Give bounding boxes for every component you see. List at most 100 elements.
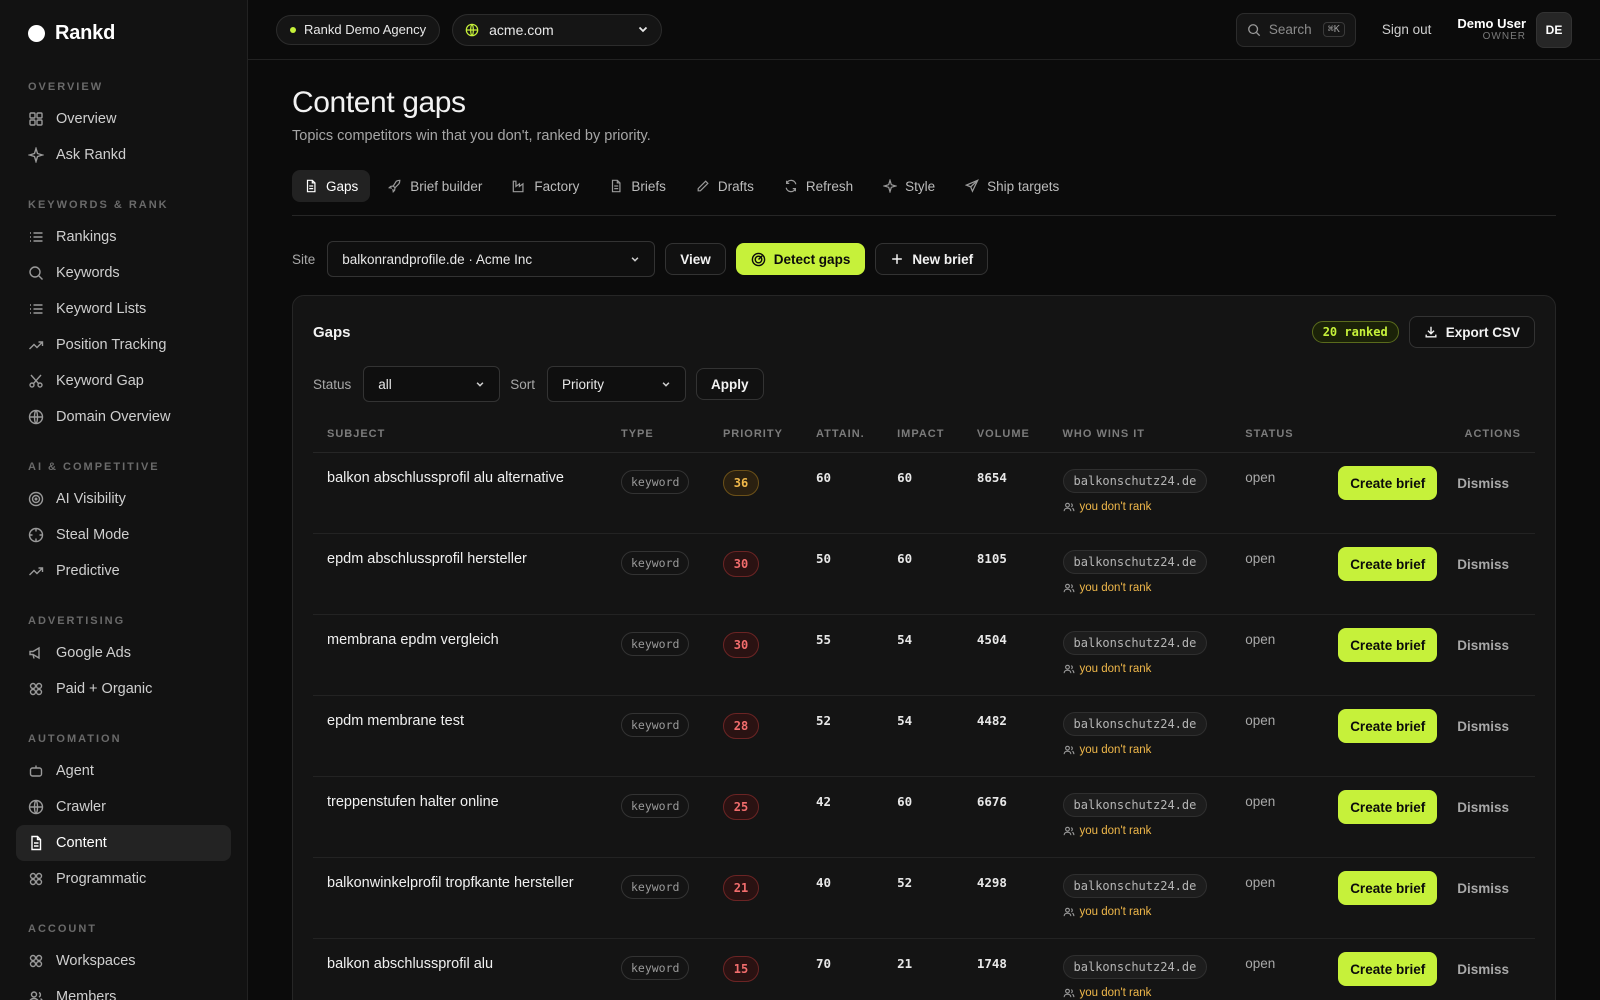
winner-domain-chip: balkonschutz24.de [1062, 874, 1208, 898]
domain-value: acme.com [489, 21, 554, 38]
sidebar-item-keywords[interactable]: Keywords [16, 255, 231, 291]
domain-select[interactable]: acme.com [452, 13, 663, 46]
brand[interactable]: Rankd [16, 18, 231, 69]
create-brief-button[interactable]: Create brief [1338, 952, 1438, 986]
tab-briefs[interactable]: Briefs [597, 170, 678, 202]
detect-gaps-button[interactable]: Detect gaps [735, 243, 866, 275]
volume-value: 1748 [976, 956, 1007, 971]
sidebar-item-overview[interactable]: Overview [16, 101, 231, 137]
table-header-row: SUBJECT TYPE PRIORITY ATTAIN. IMPACT VOL… [313, 416, 1535, 453]
apply-button[interactable]: Apply [696, 368, 764, 400]
tab-brief-builder[interactable]: Brief builder [376, 170, 494, 202]
factory-icon [512, 179, 526, 193]
table-row: membrana epdm vergleich keyword 30 55 54 4504… [313, 614, 1535, 696]
sidebar-item-members[interactable]: Members [16, 979, 231, 1000]
refresh-icon [784, 179, 798, 193]
tab-style[interactable]: Style [871, 170, 947, 202]
priority-badge: 21 [722, 875, 759, 901]
export-csv-label: Export CSV [1445, 324, 1520, 340]
dismiss-button[interactable]: Dismiss [1457, 557, 1521, 572]
sidebar: Rankd OVERVIEW Overview Ask Rankd KEYWORDS … [0, 0, 248, 1000]
globe-icon [28, 799, 44, 815]
col-status[interactable]: STATUS [1231, 416, 1313, 453]
avatar[interactable]: DE [1536, 11, 1572, 48]
cell-impact: 60 [883, 776, 963, 858]
create-brief-button[interactable]: Create brief [1338, 871, 1438, 905]
dismiss-button[interactable]: Dismiss [1457, 962, 1521, 977]
cell-actions: Create brief Dismiss [1312, 776, 1535, 858]
dismiss-button[interactable]: Dismiss [1457, 881, 1521, 896]
sort-select[interactable]: Priority [547, 366, 687, 402]
trend-icon [28, 563, 44, 579]
sidebar-item-workspaces[interactable]: Workspaces [16, 943, 231, 979]
sidebar-item-crawler[interactable]: Crawler [16, 789, 231, 825]
sidebar-item-ask-rankd[interactable]: Ask Rankd [16, 137, 231, 173]
dismiss-button[interactable]: Dismiss [1457, 719, 1521, 734]
impact-value: 21 [897, 956, 913, 971]
sidebar-item-google-ads[interactable]: Google Ads [16, 635, 231, 671]
brand-name: Rankd [55, 22, 116, 44]
status-filter-select[interactable]: all [363, 366, 501, 402]
sidebar-item-rankings[interactable]: Rankings [16, 219, 231, 255]
col-volume[interactable]: VOLUME [962, 416, 1049, 453]
tab-drafts[interactable]: Drafts [684, 170, 766, 202]
sidebar-item-position-tracking[interactable]: Position Tracking [16, 327, 231, 363]
sidebar-item-programmatic[interactable]: Programmatic [16, 861, 231, 897]
cell-type: keyword [606, 776, 709, 858]
col-type[interactable]: TYPE [606, 416, 709, 453]
tab-ship-targets[interactable]: Ship targets [953, 170, 1071, 202]
new-brief-button[interactable]: New brief [875, 243, 989, 275]
globe-icon [465, 23, 479, 37]
cell-status: open [1231, 776, 1313, 858]
no-rank-label: you don't rank [1079, 582, 1152, 594]
dismiss-button[interactable]: Dismiss [1457, 638, 1521, 653]
create-brief-button[interactable]: Create brief [1338, 547, 1438, 581]
create-brief-button[interactable]: Create brief [1338, 709, 1438, 743]
col-subject[interactable]: SUBJECT [313, 416, 607, 453]
sidebar-item-label: Workspaces [56, 953, 136, 969]
sidebar-item-domain-overview[interactable]: Domain Overview [16, 399, 231, 435]
pencil-icon [696, 179, 710, 193]
dismiss-button[interactable]: Dismiss [1457, 800, 1521, 815]
create-brief-button[interactable]: Create brief [1338, 790, 1438, 824]
sign-out-link[interactable]: Sign out [1382, 22, 1432, 37]
search-input[interactable]: Search ⌘K [1235, 12, 1356, 47]
sidebar-item-keyword-lists[interactable]: Keyword Lists [16, 291, 231, 327]
grid-icon [28, 111, 44, 127]
col-impact[interactable]: IMPACT [883, 416, 963, 453]
sidebar-item-ai-visibility[interactable]: AI Visibility [16, 481, 231, 517]
brand-logo-icon [28, 25, 45, 42]
sidebar-item-keyword-gap[interactable]: Keyword Gap [16, 363, 231, 399]
cell-who-wins: balkonschutz24.de you don't rank [1048, 695, 1232, 777]
gaps-table-body: balkon abschlussprofil alu alternative ke… [313, 452, 1535, 1000]
sparkle-icon [883, 179, 898, 193]
tab-gaps[interactable]: Gaps [292, 170, 371, 202]
create-brief-button[interactable]: Create brief [1338, 466, 1438, 500]
create-brief-button[interactable]: Create brief [1338, 628, 1438, 662]
agency-pill[interactable]: Rankd Demo Agency [276, 14, 441, 45]
sidebar-item-paid-organic[interactable]: Paid + Organic [16, 671, 231, 707]
col-attain[interactable]: ATTAIN. [801, 416, 884, 453]
dismiss-button[interactable]: Dismiss [1457, 476, 1521, 491]
winner-domain-chip: balkonschutz24.de [1062, 955, 1208, 979]
priority-badge: 15 [722, 956, 759, 982]
sidebar-item-steal-mode[interactable]: Steal Mode [16, 517, 231, 553]
bot-icon [28, 763, 44, 779]
cell-who-wins: balkonschutz24.de you don't rank [1048, 533, 1232, 615]
export-csv-button[interactable]: Export CSV [1408, 316, 1535, 348]
user-menu[interactable]: Demo User OWNER DE [1457, 11, 1572, 48]
sidebar-item-predictive[interactable]: Predictive [16, 553, 231, 589]
users-icon [1063, 906, 1075, 918]
priority-badge: 30 [722, 632, 759, 658]
sidebar-item-content[interactable]: Content [16, 825, 231, 861]
sidebar-item-agent[interactable]: Agent [16, 753, 231, 789]
site-select[interactable]: balkonrandprofile.de · Acme Inc [327, 241, 656, 277]
cell-volume: 8654 [962, 452, 1049, 534]
tab-factory[interactable]: Factory [500, 170, 591, 202]
search-icon [1247, 23, 1261, 37]
view-button[interactable]: View [665, 243, 726, 275]
col-priority[interactable]: PRIORITY [708, 416, 802, 453]
col-who-wins[interactable]: WHO WINS IT [1048, 416, 1232, 453]
tab-refresh[interactable]: Refresh [772, 170, 865, 202]
